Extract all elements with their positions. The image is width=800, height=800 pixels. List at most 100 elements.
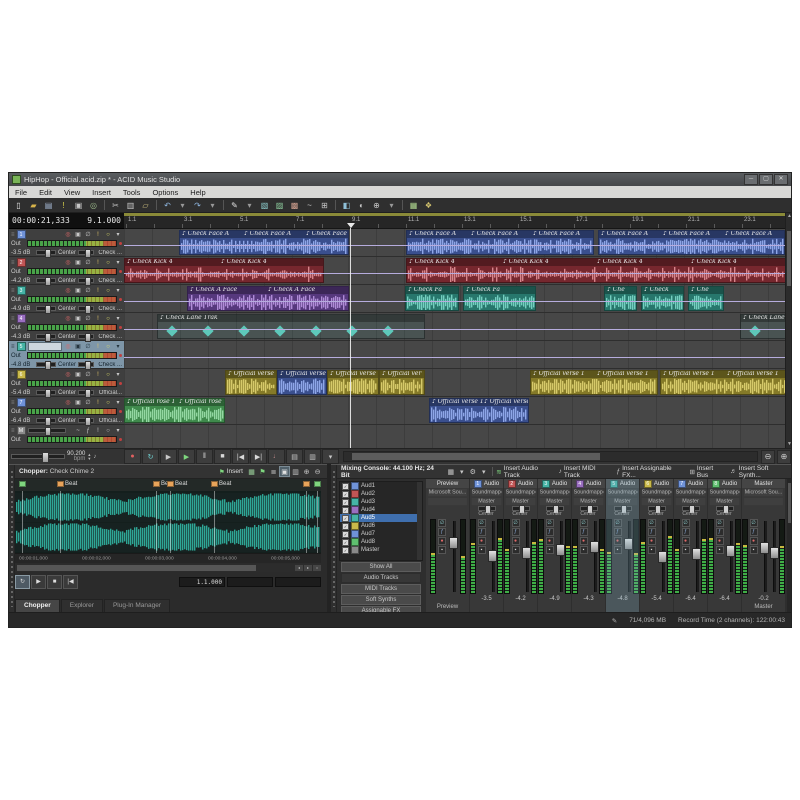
audio-clip[interactable]: ♪ Check Lane Trak bbox=[740, 314, 785, 339]
fx-icon[interactable]: ƒ bbox=[546, 528, 554, 536]
track-fx-icon[interactable]: ▣ bbox=[74, 399, 82, 406]
timeline-track-row-8[interactable] bbox=[124, 425, 785, 448]
track-header-3[interactable]: ≡3◎▣∅!○▾Out-4.9 dBCenterCheck ... bbox=[9, 285, 124, 313]
menu-view[interactable]: View bbox=[58, 188, 86, 197]
audio-clip[interactable]: ♪ Check Face A♪ Check Face A♪ Check Face… bbox=[406, 230, 594, 255]
mute-icon[interactable]: ▪ bbox=[716, 546, 724, 554]
menu-file[interactable]: File bbox=[9, 188, 33, 197]
chopper-waveform[interactable] bbox=[15, 491, 321, 553]
chopper-marker-bar[interactable]: BeatBeatBeatBeat bbox=[15, 479, 321, 491]
insert-bus-button[interactable]: ⊞Insert Bus bbox=[689, 465, 724, 479]
track-volume-slider[interactable] bbox=[36, 278, 56, 283]
fx-icon[interactable]: ƒ bbox=[716, 528, 724, 536]
volume-envelope-line[interactable] bbox=[124, 301, 785, 302]
channel-list-item-aud3[interactable]: ✓Aud3 bbox=[340, 498, 422, 506]
timeline-track-row-7[interactable]: ♪ Official rose 1♪ Official rose 1♪ Offi… bbox=[124, 397, 785, 425]
solo-button[interactable]: ○ bbox=[104, 316, 112, 322]
paste-icon[interactable]: ▱ bbox=[139, 199, 152, 211]
solo-button[interactable]: ○ bbox=[104, 232, 112, 238]
fader-handle[interactable] bbox=[624, 538, 633, 550]
chopper-insert-button[interactable]: ⚑ Insert bbox=[219, 468, 243, 476]
chopper-scroll-zoom-icon[interactable]: = bbox=[313, 565, 321, 571]
mixer-settings-icon[interactable]: ⚙ bbox=[467, 466, 478, 477]
playhead-marker-icon[interactable] bbox=[347, 223, 355, 228]
chopper-grid-icon[interactable]: ▦ bbox=[246, 466, 257, 477]
solo-button[interactable]: ○ bbox=[104, 372, 112, 378]
undo-caret-icon[interactable]: ▾ bbox=[176, 199, 189, 211]
audio-clip[interactable]: ♪ Official verse 1♪ Official verse 1 bbox=[530, 370, 658, 395]
timeline-track-row-3[interactable]: ♪ Check A Face♪ Check A Face♪ Check Fa♪ … bbox=[124, 285, 785, 313]
track-menu-icon[interactable]: ▾ bbox=[114, 399, 122, 406]
chopper-auto-insert-icon[interactable]: ▣ bbox=[279, 466, 290, 477]
audio-clip[interactable]: ♪ Che bbox=[604, 286, 637, 311]
chopper-scroll-left-icon[interactable]: ◂ bbox=[295, 565, 303, 571]
phase-icon[interactable]: ∅ bbox=[682, 519, 690, 527]
strip-fader[interactable] bbox=[556, 519, 564, 594]
zoom-out-button[interactable]: ⊖ bbox=[761, 450, 775, 464]
track-fx-icon[interactable]: ▣ bbox=[74, 259, 82, 266]
mute-button[interactable]: ! bbox=[94, 316, 102, 322]
track-pan-slider[interactable] bbox=[78, 278, 94, 283]
stop-button[interactable]: ■ bbox=[214, 449, 231, 464]
chopper-flag-icon[interactable]: ⚑ bbox=[257, 466, 268, 477]
solo-button[interactable]: ○ bbox=[104, 400, 112, 406]
fader-handle[interactable] bbox=[692, 548, 701, 560]
chopper-scroll-right-icon[interactable]: ▸ bbox=[304, 565, 312, 571]
timeline-track-row-6[interactable]: ♪ Official verse 1♪ Official verse 1♪ Of… bbox=[124, 369, 785, 397]
audio-clip[interactable]: ♪ Official ver bbox=[379, 370, 425, 395]
title-bar[interactable]: HipHop - Official.acid.zip * - ACID Musi… bbox=[9, 173, 791, 186]
maximize-button[interactable]: ▢ bbox=[759, 174, 773, 185]
phase-icon[interactable]: ∅ bbox=[648, 519, 656, 527]
track-fx-icon[interactable]: ▣ bbox=[74, 371, 82, 378]
track-drag-handle[interactable]: ≡ bbox=[11, 344, 15, 350]
pause-button[interactable]: ‖ bbox=[196, 449, 213, 464]
track-header-5[interactable]: ≡5◎▣∅!○▾Out-4.8 dBCenterCheck ... bbox=[9, 341, 124, 369]
mixer-strip-audio-4[interactable]: 4AudioSoundmapperMasterCenter∅ƒ●▪-4.3 bbox=[572, 479, 605, 612]
go-to-end-button[interactable]: ▶| bbox=[250, 449, 267, 464]
render-to-track-button[interactable]: ▤ bbox=[286, 449, 303, 464]
arm-record-icon[interactable]: ● bbox=[614, 537, 622, 545]
mute-icon[interactable]: ▪ bbox=[750, 546, 758, 554]
track-menu-icon[interactable]: ▾ bbox=[114, 371, 122, 378]
audio-clip[interactable]: ♪ Official verse 1 bbox=[327, 370, 379, 395]
menu-options[interactable]: Options bbox=[146, 188, 184, 197]
track-volume-slider[interactable] bbox=[36, 390, 56, 395]
track-drag-handle[interactable]: ≡ bbox=[11, 232, 15, 238]
strip-fader[interactable] bbox=[488, 519, 496, 594]
transport-menu-icon[interactable]: ▾ bbox=[322, 449, 339, 464]
phase-icon[interactable]: ∅ bbox=[478, 519, 486, 527]
phase-icon[interactable]: ∅ bbox=[716, 519, 724, 527]
arm-record-icon[interactable]: ● bbox=[580, 537, 588, 545]
audio-clip[interactable]: ♪ Official verse 1 bbox=[225, 370, 277, 395]
audio-clip[interactable]: ♪ Check Kick 4♪ Check Kick 4♪ Check Kick… bbox=[406, 258, 785, 283]
track-header-6[interactable]: ≡6◎▣∅!○▾Out-5.4 dBCenterOfficial... bbox=[9, 369, 124, 397]
track-volume-slider[interactable] bbox=[36, 250, 56, 255]
mixer-strip-audio-3[interactable]: 3AudioSoundmapperMasterCenter∅ƒ●▪-4.9 bbox=[538, 479, 571, 612]
strip-fader[interactable] bbox=[449, 519, 458, 594]
mixer-strip-audio-2[interactable]: 2AudioSoundmapperMasterCenter∅ƒ●▪-4.2 bbox=[504, 479, 537, 612]
beat-ruler[interactable]: 1.13.15.17.19.111.113.115.117.119.121.12… bbox=[124, 213, 785, 229]
scroll-up-icon[interactable]: ▲ bbox=[786, 213, 792, 220]
bus-solo-button[interactable]: ○ bbox=[104, 428, 112, 434]
draw-tool-icon[interactable]: ✎ bbox=[228, 199, 241, 211]
filter-soft-synths[interactable]: Soft Synths bbox=[341, 595, 421, 605]
mixer-strip-audio-1[interactable]: 1AudioSoundmapperMasterCenter∅ƒ●▪-3.5 bbox=[470, 479, 503, 612]
chopper-marker-flag[interactable] bbox=[19, 481, 26, 487]
phase-icon[interactable]: ∅ bbox=[84, 287, 92, 294]
time-display[interactable]: 00:00:21,333 9.1.000 bbox=[9, 213, 124, 229]
menu-tools[interactable]: Tools bbox=[117, 188, 147, 197]
channel-list-scrollbar[interactable] bbox=[417, 482, 422, 560]
mute-button[interactable]: ! bbox=[94, 372, 102, 378]
tool-menu-caret-icon[interactable]: ▾ bbox=[385, 199, 398, 211]
channel-visible-checkbox[interactable]: ✓ bbox=[342, 491, 349, 498]
scroll-down-icon[interactable]: ▼ bbox=[786, 441, 792, 448]
channel-visible-checkbox[interactable]: ✓ bbox=[342, 531, 349, 538]
arm-record-icon[interactable]: ● bbox=[438, 537, 446, 545]
insert-assignable-fx-button[interactable]: ƒInsert Assignable FX... bbox=[617, 465, 684, 479]
phase-icon[interactable]: ∅ bbox=[750, 519, 758, 527]
arm-for-record-icon[interactable]: ◎ bbox=[64, 231, 72, 238]
mixer-strip-audio-8[interactable]: 8AudioSoundmapperMasterCenter∅ƒ●▪-6.4 bbox=[708, 479, 741, 612]
fx-icon[interactable]: ƒ bbox=[682, 528, 690, 536]
time-selection-tool-icon[interactable]: ⊞ bbox=[318, 199, 331, 211]
arm-record-icon[interactable]: ● bbox=[512, 537, 520, 545]
